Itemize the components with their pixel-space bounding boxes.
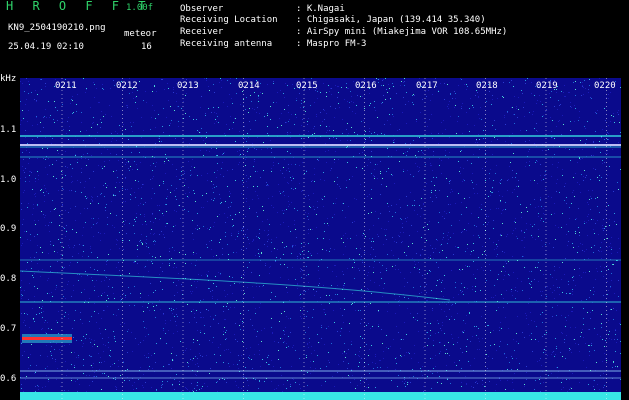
spectrogram-background: [20, 78, 621, 400]
bottom-band: [20, 392, 621, 400]
filename-label: KN9_2504190210.png: [8, 23, 106, 33]
y-tick-label: 0.9: [0, 224, 17, 234]
x-tick-label: 0211: [55, 81, 77, 91]
x-tick-label: 0217: [416, 81, 438, 91]
y-tick-label: 1.0: [0, 175, 17, 185]
y-tick-label: 0.8: [0, 274, 17, 284]
x-tick-label: 0213: [177, 81, 199, 91]
meteor-count: 16: [141, 42, 152, 52]
x-tick-label: 0218: [476, 81, 498, 91]
x-tick-label: 0220: [594, 81, 616, 91]
x-tick-label: 0216: [355, 81, 377, 91]
info-value-observer: : K.Nagai: [296, 4, 345, 14]
info-key-location: Receiving Location: [180, 15, 278, 25]
info-value-receiver: : AirSpy mini (Miakejima VOR 108.65MHz): [296, 27, 508, 37]
meteor-echo: [22, 337, 72, 340]
datetime-label: 25.04.19 02:10: [8, 42, 84, 52]
y-tick-label: 1.1: [0, 125, 17, 135]
spectrogram-plot: [20, 78, 621, 400]
info-key-observer: Observer: [180, 4, 224, 14]
y-tick-label: 0.6: [0, 374, 17, 384]
y-tick-label: 0.7: [0, 324, 17, 334]
meteor-label: meteor: [124, 29, 157, 39]
info-value-location: : Chigasaki, Japan (139.414 35.340): [296, 15, 486, 25]
info-key-antenna: Receiving antenna: [180, 39, 273, 49]
x-tick-label: 0212: [116, 81, 138, 91]
x-tick-label: 0214: [238, 81, 260, 91]
x-tick-label: 0215: [296, 81, 318, 91]
info-key-receiver: Receiver: [180, 27, 224, 37]
version-label: 1.00f: [126, 3, 154, 13]
spectrogram-svg: [20, 78, 621, 400]
info-value-antenna: : Maspro FM-3: [296, 39, 367, 49]
header-panel: H R O F F T 1.00f KN9_2504190210.png met…: [0, 0, 629, 76]
x-tick-label: 0219: [536, 81, 558, 91]
y-axis-unit: kHz: [0, 74, 17, 84]
